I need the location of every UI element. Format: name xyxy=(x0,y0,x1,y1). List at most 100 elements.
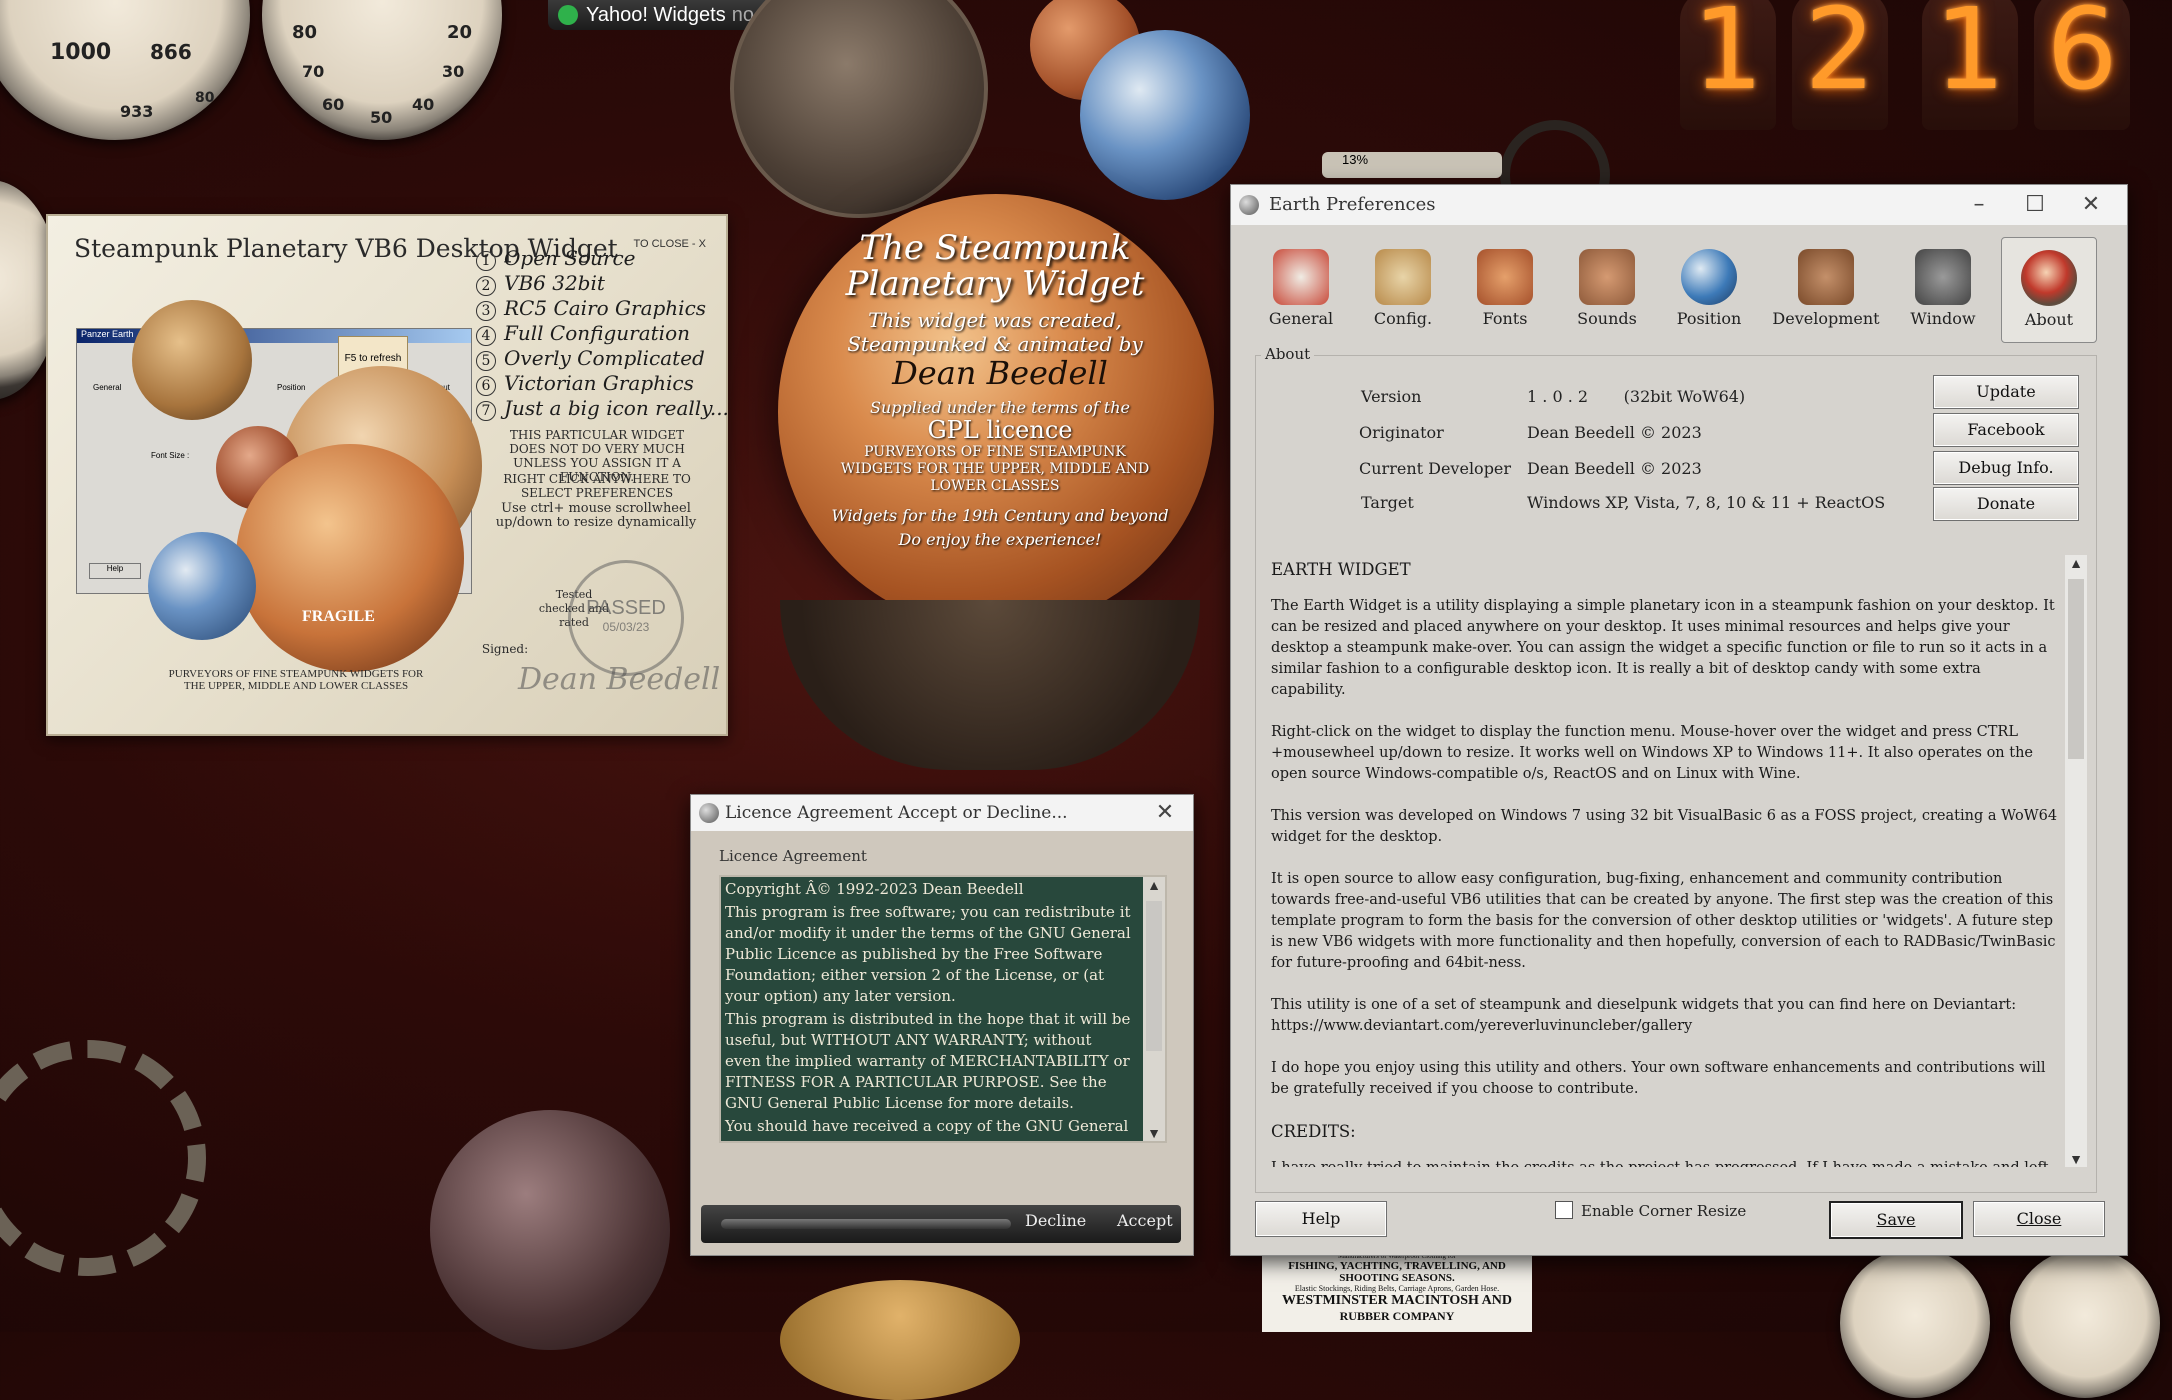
version-value: 1 . 0 . 2 (32bit WoW64) xyxy=(1527,387,1746,406)
close-button[interactable]: ✕ xyxy=(2063,185,2119,225)
licence-paragraph: You should have received a copy of the G… xyxy=(725,1117,1129,1135)
yahoo-label: Yahoo! Widgets xyxy=(586,4,726,26)
scroll-up-arrow-icon[interactable]: ▲ xyxy=(2065,555,2087,571)
tab-config[interactable]: Config. xyxy=(1353,237,1453,341)
maximize-button[interactable]: ☐ xyxy=(2007,185,2063,225)
earth-preferences-window[interactable]: Earth Preferences – ☐ ✕ General Config. … xyxy=(1230,184,2128,1256)
earth-planet xyxy=(1080,30,1250,200)
gear-decoration xyxy=(0,1040,206,1276)
save-button[interactable]: Save xyxy=(1829,1201,1963,1239)
tab-fonts[interactable]: Fonts xyxy=(1455,237,1555,341)
newspaper-line: FISHING, YACHTING, TRAVELLING, AND SHOOT… xyxy=(1288,1260,1506,1284)
cpu-percent: 13% xyxy=(1342,152,1369,167)
version-label: Version xyxy=(1361,387,1422,406)
help-button[interactable]: Help xyxy=(1255,1201,1387,1237)
licence-titlebar[interactable]: Licence Agreement Accept or Decline... ✕ xyxy=(691,795,1193,831)
signature: Dean Beedell xyxy=(518,662,721,697)
gauge-widget-bottom-right-1[interactable] xyxy=(1840,1248,1990,1398)
about-paragraph: It is open source to allow easy configur… xyxy=(1271,871,2056,971)
scroll-up-arrow-icon[interactable]: ▲ xyxy=(1143,877,1165,893)
gauge-reading: 70 xyxy=(302,62,325,81)
scroll-down-arrow-icon[interactable]: ▼ xyxy=(1143,1125,1165,1141)
resize-note: Use ctrl+ mouse scrollwheel up/down to r… xyxy=(495,501,697,530)
facebook-button[interactable]: Facebook xyxy=(1933,413,2079,447)
feature-item: 5 Overly Complicated xyxy=(476,346,729,371)
pressure-gauge-widget-1[interactable]: 1000 866 933 80 xyxy=(0,0,250,140)
earth-small-planet xyxy=(148,532,256,640)
newspaper-line: WESTMINSTER MACINTOSH AND xyxy=(1281,1293,1512,1308)
clockwork-mechanism xyxy=(780,600,1200,770)
mini-prefs-title: Panzer Earth xyxy=(81,329,134,339)
corner-resize-option[interactable]: Enable Corner Resize xyxy=(1555,1201,1746,1220)
gauge-reading: 60 xyxy=(322,95,345,114)
licence-text-box[interactable]: Copyright Â© 1992-2023 Dean Beedell This… xyxy=(719,875,1167,1143)
newspaper-line: Elastic Stockings, Riding Belts, Carriag… xyxy=(1294,1284,1500,1293)
about-paragraph: I have really tried to maintain the cred… xyxy=(1271,1158,2087,1167)
nixie-tube-1: 1 xyxy=(1680,0,1776,130)
magnifier-lens xyxy=(430,1110,670,1350)
target-value: Windows XP, Vista, 7, 8, 10 & 11 + React… xyxy=(1527,493,1886,512)
minimize-button[interactable]: – xyxy=(1951,185,2007,225)
tools-icon xyxy=(1798,249,1854,305)
update-button[interactable]: Update xyxy=(1933,375,2079,409)
corner-resize-label: Enable Corner Resize xyxy=(1581,1202,1747,1220)
about-scrollbar[interactable]: ▲ ▼ xyxy=(2065,555,2087,1167)
scroll-thumb[interactable] xyxy=(1146,901,1162,1051)
splash-line1: This widget was created, Steampunked & a… xyxy=(847,308,1143,356)
scroll-thumb[interactable] xyxy=(2068,579,2084,759)
pressure-gauge-widget-2[interactable]: 80 20 70 30 60 50 40 xyxy=(262,0,502,140)
splash-planet-small xyxy=(236,444,464,672)
newspaper-line: RUBBER COMPANY xyxy=(1339,1309,1455,1323)
tab-about[interactable]: About xyxy=(2001,237,2097,343)
feature-item: 6 Victorian Graphics xyxy=(476,371,729,396)
nixie-tube-2: 2 xyxy=(1792,0,1888,130)
about-paragraph: Right-click on the widget to display the… xyxy=(1271,724,2033,782)
close-prefs-button[interactable]: Close xyxy=(1973,1201,2105,1237)
donate-button[interactable]: Donate xyxy=(1933,487,2079,521)
widget-help-panel[interactable]: Steampunk Planetary VB6 Desktop Widget T… xyxy=(46,214,729,736)
licence-paragraph: This program is distributed in the hope … xyxy=(725,1010,1131,1112)
tab-development[interactable]: Development xyxy=(1761,237,1891,341)
slider-track[interactable] xyxy=(721,1219,1011,1229)
about-text-box[interactable]: EARTH WIDGET The Earth Widget is a utili… xyxy=(1271,555,2087,1167)
tab-general[interactable]: General xyxy=(1251,237,1351,341)
debug-info-button[interactable]: Debug Info. xyxy=(1933,451,2079,485)
licence-window[interactable]: Licence Agreement Accept or Decline... ✕… xyxy=(690,794,1194,1256)
mini-tab-label: Position xyxy=(277,383,306,392)
feature-item: 1 Open Source xyxy=(476,246,729,271)
prefs-titlebar[interactable]: Earth Preferences – ☐ ✕ xyxy=(1231,185,2127,225)
signed-label: Signed: xyxy=(481,642,529,656)
mini-tab-label: General xyxy=(93,383,122,392)
credits-heading: CREDITS: xyxy=(1271,1122,1356,1141)
feature-item: 7 Just a big icon really... xyxy=(476,396,729,421)
tab-position[interactable]: Position xyxy=(1659,237,1759,341)
decline-button[interactable]: Decline xyxy=(1025,1211,1086,1230)
scroll-down-arrow-icon[interactable]: ▼ xyxy=(2065,1151,2087,1167)
licence-scrollbar[interactable]: ▲ ▼ xyxy=(1143,877,1165,1141)
earth-icon xyxy=(1239,195,1259,215)
mini-help-button: Help xyxy=(89,563,141,579)
licence-title: Licence Agreement Accept or Decline... xyxy=(725,803,1068,823)
mini-font-size-label: Font Size : xyxy=(151,451,190,460)
venus-planet xyxy=(132,300,252,420)
nixie-tube-3: 1 xyxy=(1922,0,2018,130)
prefs-title: Earth Preferences xyxy=(1269,194,1436,215)
earth-icon xyxy=(699,803,719,823)
licence-close-button[interactable]: ✕ xyxy=(1137,795,1193,831)
gauge-widget-bottom-right-2[interactable] xyxy=(2010,1248,2160,1398)
nixie-tube-4: 6 xyxy=(2034,0,2130,130)
accept-button[interactable]: Accept xyxy=(1117,1211,1173,1230)
purveyors-label: PURVEYORS OF FINE STEAMPUNK WIDGETS FOR … xyxy=(168,668,424,692)
gauge-reading: 1000 xyxy=(50,40,112,65)
yahoo-status-icon xyxy=(558,5,578,25)
corner-resize-checkbox[interactable] xyxy=(1555,1201,1573,1219)
tab-sounds[interactable]: Sounds xyxy=(1557,237,1657,341)
quill-icon xyxy=(1477,249,1533,305)
splash-licence: GPL licence xyxy=(927,416,1073,444)
licence-paragraph: This program is free software; you can r… xyxy=(725,903,1131,1005)
about-paragraph: This utility is one of a set of steampun… xyxy=(1271,997,2017,1034)
window-icon xyxy=(1915,249,1971,305)
developer-value: Dean Beedell © 2023 xyxy=(1527,459,1702,478)
tab-window[interactable]: Window xyxy=(1893,237,1993,341)
about-heading: EARTH WIDGET xyxy=(1271,560,1411,579)
